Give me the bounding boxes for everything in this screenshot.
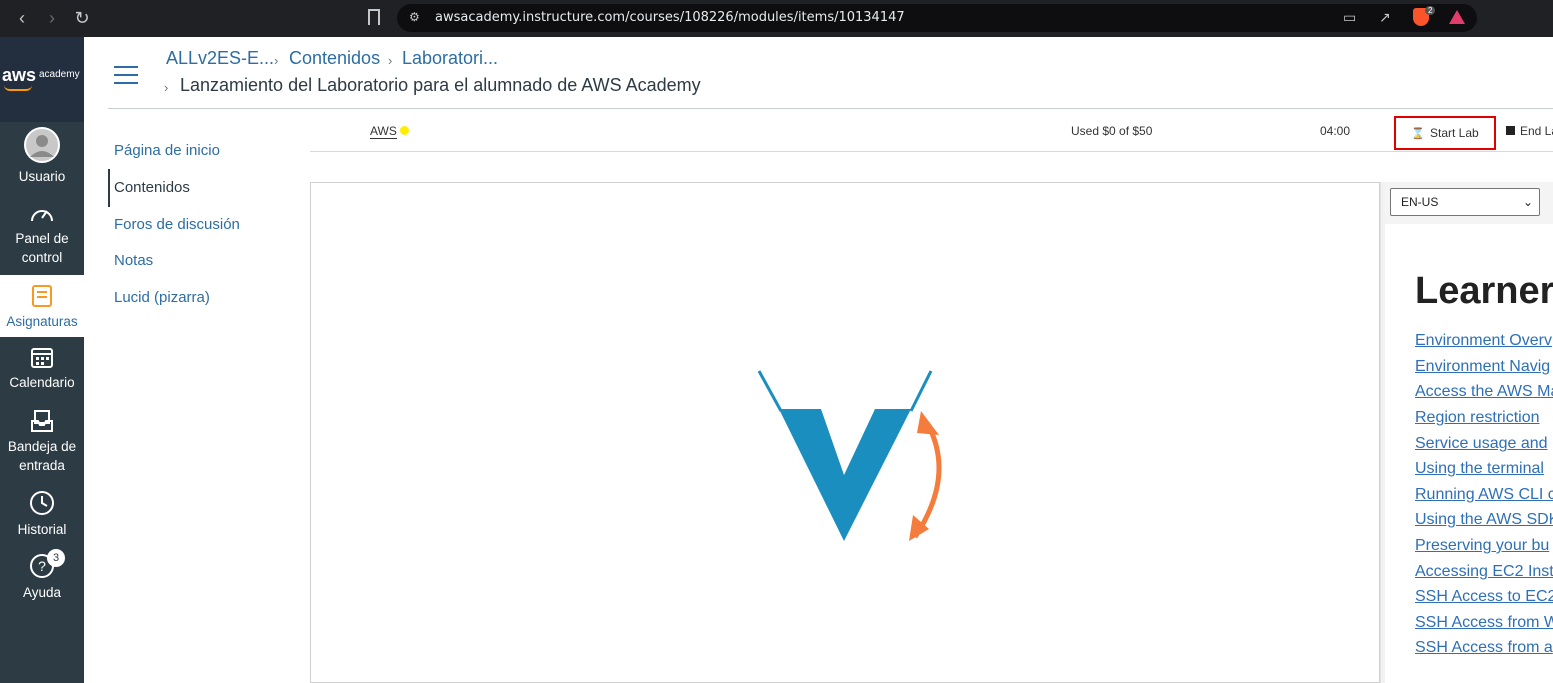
instructions-link[interactable]: Service usage and	[1415, 435, 1548, 453]
course-nav-lucid[interactable]: Lucid (pizarra)	[114, 289, 210, 306]
shield-badge: 2	[1425, 6, 1436, 15]
instructions-link[interactable]: SSH Access from a	[1415, 639, 1553, 657]
course-nav-inicio[interactable]: Página de inicio	[114, 142, 220, 159]
brave-rewards-icon[interactable]	[1449, 10, 1465, 24]
site-info-icon[interactable]: ⚙	[409, 10, 420, 24]
breadcrumb-course[interactable]: ALLv2ES-E...	[166, 48, 274, 69]
instructions-link[interactable]: Running AWS CLI c	[1415, 486, 1553, 504]
user-avatar-icon	[24, 127, 60, 163]
help-badge: 3	[47, 549, 65, 567]
end-lab-label: End La	[1520, 124, 1553, 138]
nav-item-asignaturas[interactable]: Asignaturas	[0, 275, 84, 337]
browser-toolbar: ‹ › ↻ ⚙ awsacademy.instructure.com/cours…	[0, 0, 1553, 37]
breadcrumb-chevron-icon: ›	[388, 53, 393, 68]
instructions-link[interactable]: Environment Overv	[1415, 332, 1552, 350]
address-bar[interactable]: ⚙ awsacademy.instructure.com/courses/108…	[397, 4, 1477, 32]
lab-timer: 04:00	[1320, 124, 1351, 138]
menu-toggle-icon[interactable]	[114, 66, 138, 84]
header-divider	[108, 108, 1553, 109]
lab-workspace-frame[interactable]	[310, 182, 1380, 683]
reload-icon[interactable]: ↻	[70, 6, 94, 30]
nav-label-asignaturas: Asignaturas	[6, 314, 78, 329]
inbox-icon	[31, 410, 53, 432]
url-text: awsacademy.instructure.com/courses/10822…	[435, 10, 905, 25]
global-nav: aws academy Usuario Panel de control Asi…	[0, 37, 84, 683]
page-title: Lanzamiento del Laboratorio para el alum…	[180, 75, 701, 95]
instructions-toolbar: EN-US ⌄	[1385, 182, 1553, 224]
nav-item-usuario[interactable]: Usuario	[0, 127, 84, 192]
course-nav-contenidos[interactable]: Contenidos	[114, 179, 190, 196]
cast-icon[interactable]: ▭	[1343, 9, 1356, 26]
breadcrumb-chevron-icon: ›	[164, 80, 169, 95]
instructions-link[interactable]: Using the terminal	[1415, 460, 1544, 478]
logo-academy-text: academy	[39, 69, 80, 80]
nav-label-bandeja: Bandeja de entrada	[7, 439, 77, 473]
instructions-panel: EN-US ⌄ Learner Environment Overv Enviro…	[1385, 182, 1553, 683]
instructions-link[interactable]: Using the AWS SDK	[1415, 511, 1553, 529]
lab-status-indicator	[400, 126, 409, 135]
stop-icon	[1506, 126, 1515, 135]
dashboard-icon	[31, 210, 53, 222]
bookmark-icon[interactable]	[368, 9, 380, 25]
chevron-down-icon: ⌄	[1522, 195, 1533, 209]
courses-icon	[32, 285, 52, 307]
share-icon[interactable]: ↗	[1379, 9, 1391, 26]
nav-label-usuario: Usuario	[18, 169, 66, 184]
instructions-link[interactable]: Preserving your bu	[1415, 537, 1549, 555]
nav-item-historial[interactable]: Historial	[0, 490, 84, 545]
breadcrumb-chevron-icon: ›	[274, 53, 279, 68]
aws-console-link[interactable]: AWS	[370, 124, 397, 139]
nav-item-calendario[interactable]: Calendario	[0, 345, 84, 400]
nav-item-bandeja[interactable]: Bandeja de entrada	[0, 409, 84, 479]
end-lab-button[interactable]: End La	[1506, 124, 1553, 138]
start-lab-label: Start Lab	[1430, 126, 1479, 140]
aws-academy-logo[interactable]: aws academy	[0, 37, 84, 122]
instructions-link[interactable]: SSH Access from W	[1415, 614, 1553, 632]
language-select[interactable]: EN-US ⌄	[1390, 188, 1540, 216]
instructions-heading: Learner	[1415, 270, 1553, 312]
logo-aws-text: aws	[2, 65, 37, 85]
nav-item-ayuda[interactable]: ? 3 Ayuda	[0, 549, 84, 613]
course-nav-notas[interactable]: Notas	[114, 252, 153, 269]
breadcrumb-contenidos[interactable]: Contenidos	[289, 48, 380, 69]
nav-label-panel-de-control: Panel de control	[15, 231, 69, 265]
nav-label-ayuda: Ayuda	[22, 585, 62, 600]
nav-item-panel-de-control[interactable]: Panel de control	[0, 203, 84, 273]
lab-toolbar: AWS Used $0 of $50 04:00 ⌛ Start Lab End…	[310, 112, 1553, 152]
breadcrumb-laboratorio[interactable]: Laboratori...	[402, 48, 498, 69]
course-nav-foros[interactable]: Foros de discusión	[114, 216, 240, 233]
nav-label-historial: Historial	[17, 522, 67, 537]
instructions-link[interactable]: Region restriction	[1415, 409, 1540, 427]
forward-icon[interactable]: ›	[40, 6, 64, 30]
budget-usage: Used $0 of $50	[1071, 124, 1153, 138]
loading-spinner-icon: ⌛	[1411, 127, 1425, 140]
start-lab-button[interactable]: ⌛ Start Lab	[1394, 116, 1496, 150]
aws-smile-icon	[4, 85, 32, 91]
svg-text:?: ?	[38, 558, 46, 574]
language-value: EN-US	[1401, 195, 1439, 209]
instructions-link[interactable]: Environment Navig	[1415, 358, 1550, 376]
instructions-link[interactable]: Accessing EC2 Insta	[1415, 563, 1553, 581]
instructions-link[interactable]: Access the AWS Ma	[1415, 383, 1553, 401]
history-icon	[30, 491, 54, 515]
back-icon[interactable]: ‹	[10, 6, 34, 30]
calendar-icon	[31, 348, 53, 368]
course-nav-active-indicator	[108, 169, 110, 207]
nav-label-calendario: Calendario	[9, 375, 75, 390]
vocareum-logo-icon	[757, 370, 942, 541]
instructions-link[interactable]: SSH Access to EC2	[1415, 588, 1553, 606]
